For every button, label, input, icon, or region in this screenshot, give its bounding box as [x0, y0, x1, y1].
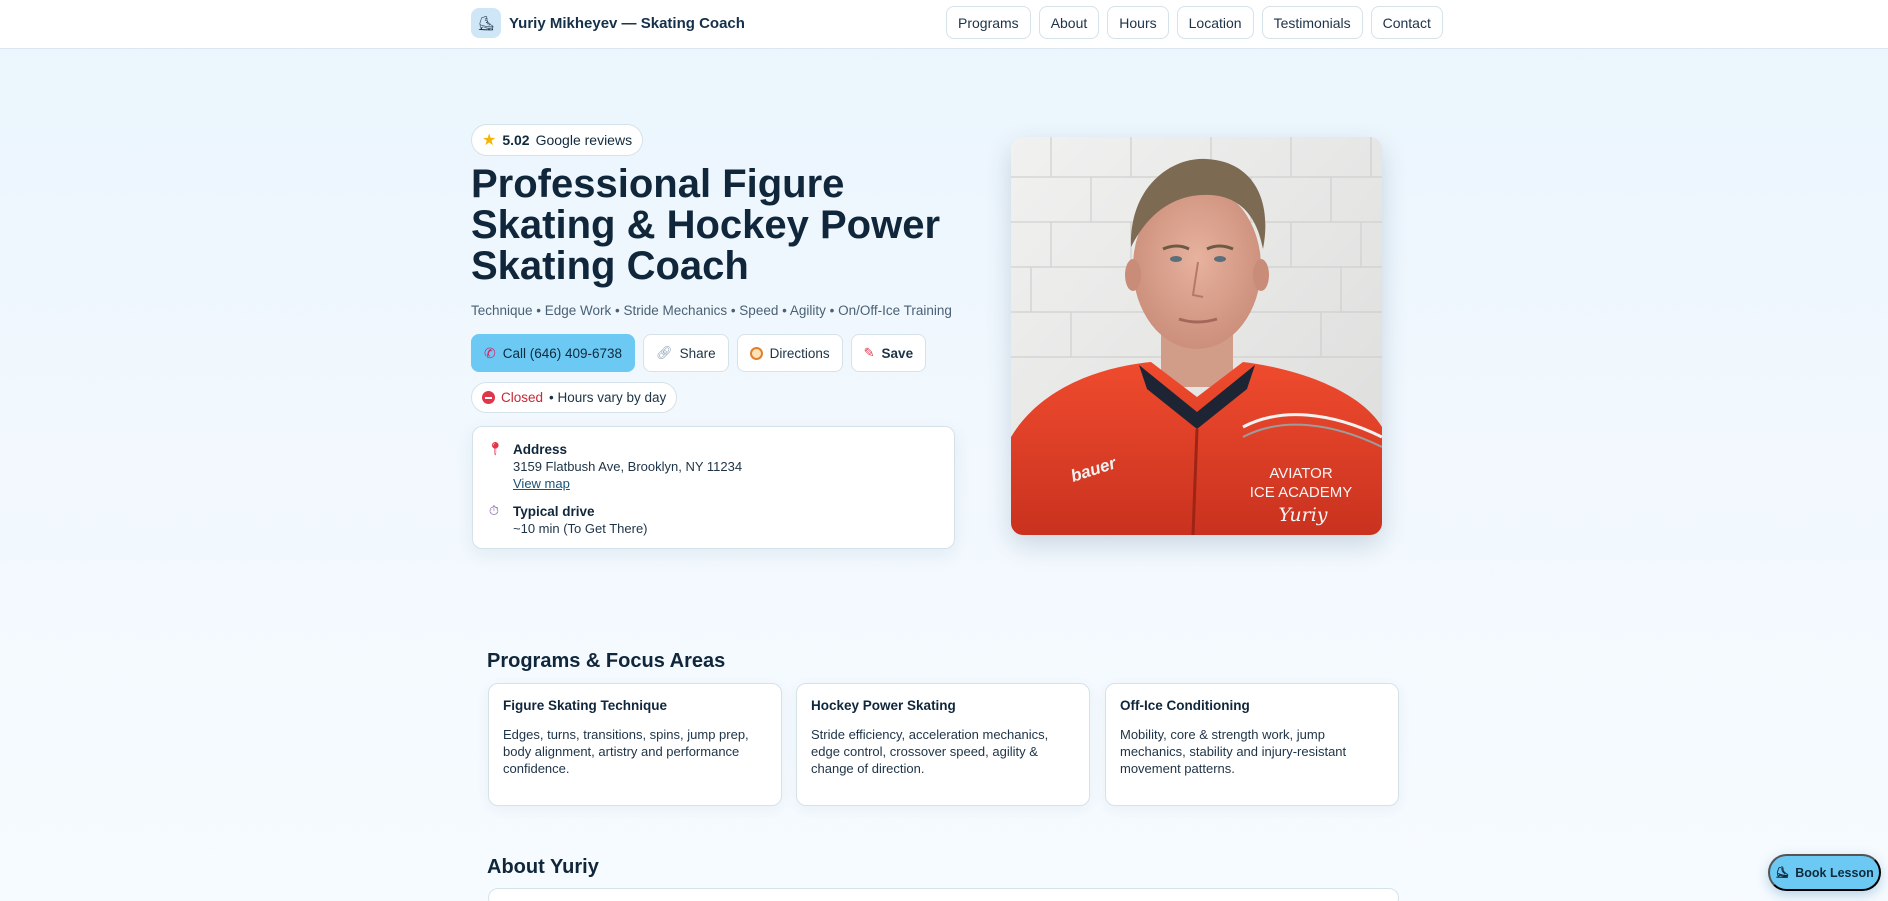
save-button[interactable]: ✎ Save: [850, 334, 927, 372]
program-title: Figure Skating Technique: [503, 698, 668, 713]
nav-location[interactable]: Location: [1176, 6, 1254, 39]
rating-score: 5.02: [502, 132, 530, 148]
status-badge: Closed • Hours vary by day: [471, 382, 678, 413]
location-info-card: 📍︎ Address 3159 Flatbush Ave, Brooklyn, …: [472, 426, 955, 549]
status-note: • Hours vary by day: [549, 390, 667, 405]
call-button[interactable]: ✆ Call (646) 409-6738: [471, 334, 636, 372]
book-lesson-label: Book Lesson: [1795, 865, 1874, 880]
view-map-link[interactable]: View map: [513, 475, 742, 492]
about-card: [488, 888, 1399, 901]
skate-icon: ⛸: [471, 8, 501, 38]
tagline: Technique • Edge Work • Stride Mechanics…: [471, 303, 952, 318]
directions-label: Directions: [769, 345, 830, 361]
status-state: Closed: [501, 390, 544, 405]
program-card: Off-Ice Conditioning Mobility, core & st…: [1105, 683, 1399, 806]
program-card: Figure Skating Technique Edges, turns, t…: [488, 683, 782, 806]
book-lesson-button[interactable]: ⛸ Book Lesson: [1768, 854, 1881, 891]
brand[interactable]: ⛸ Yuriy Mikheyev — Skating Coach: [471, 8, 745, 38]
svg-text:ICE ACADEMY: ICE ACADEMY: [1250, 484, 1353, 501]
drive-label: Typical drive: [513, 504, 595, 519]
nav-testimonials[interactable]: Testimonials: [1261, 6, 1363, 39]
directions-button[interactable]: Directions: [736, 334, 843, 372]
phone-icon: ✆: [484, 344, 496, 361]
drive-value: ~10 min (To Get There): [513, 521, 648, 536]
brand-name: Yuriy Mikheyev — Skating Coach: [509, 14, 745, 32]
program-description: Edges, turns, transitions, spins, jump p…: [503, 727, 749, 776]
program-card: Hockey Power Skating Stride efficiency, …: [796, 683, 1090, 806]
page-title: Professional Figure Skating & Hockey Pow…: [471, 162, 941, 288]
main-nav: Programs About Hours Location Testimonia…: [946, 6, 1443, 39]
coach-portrait: bauer AVIATOR ICE ACADEMY Yuriy: [1011, 137, 1382, 535]
nav-about[interactable]: About: [1038, 6, 1100, 39]
about-heading: About Yuriy: [487, 856, 599, 878]
rating-badge: ★ 5.02 Google reviews: [471, 124, 644, 156]
star-icon: ★: [482, 132, 497, 149]
address-label: Address: [513, 442, 568, 457]
svg-text:Yuriy: Yuriy: [1278, 504, 1327, 526]
skate-icon: ⛸: [1775, 867, 1790, 879]
svg-text:AVIATOR: AVIATOR: [1269, 465, 1333, 482]
drive-row: ⏱ Typical drive ~10 min (To Get There): [487, 503, 648, 537]
share-button[interactable]: 🔗︎ Share: [643, 334, 729, 372]
stopwatch-icon: ⏱: [488, 503, 500, 518]
compass-icon: [749, 346, 763, 360]
no-entry-icon: [482, 391, 495, 404]
programs-heading: Programs & Focus Areas: [487, 650, 726, 672]
program-description: Stride efficiency, acceleration mechanic…: [811, 727, 1049, 776]
nav-programs[interactable]: Programs: [946, 6, 1031, 39]
program-description: Mobility, core & strength work, jump mec…: [1120, 727, 1347, 776]
address-row: 📍︎ Address 3159 Flatbush Ave, Brooklyn, …: [487, 441, 742, 492]
action-buttons: ✆ Call (646) 409-6738 🔗︎ Share Direction…: [471, 334, 927, 372]
share-label: Share: [679, 345, 716, 361]
nav-contact[interactable]: Contact: [1370, 6, 1443, 39]
address-value: 3159 Flatbush Ave, Brooklyn, NY 11234: [513, 459, 743, 474]
rating-label: Google reviews: [535, 132, 633, 148]
map-pin-icon: 📍︎: [487, 441, 504, 456]
call-label: Call (646) 409-6738: [502, 345, 623, 361]
top-navigation-bar: ⛸ Yuriy Mikheyev — Skating Coach Program…: [0, 0, 1888, 49]
link-icon: 🔗︎: [656, 345, 673, 360]
program-title: Hockey Power Skating: [811, 698, 956, 713]
nav-hours[interactable]: Hours: [1107, 6, 1169, 39]
save-label: Save: [881, 345, 914, 361]
program-title: Off-Ice Conditioning: [1120, 698, 1250, 713]
bookmark-icon: ✎: [863, 345, 875, 360]
